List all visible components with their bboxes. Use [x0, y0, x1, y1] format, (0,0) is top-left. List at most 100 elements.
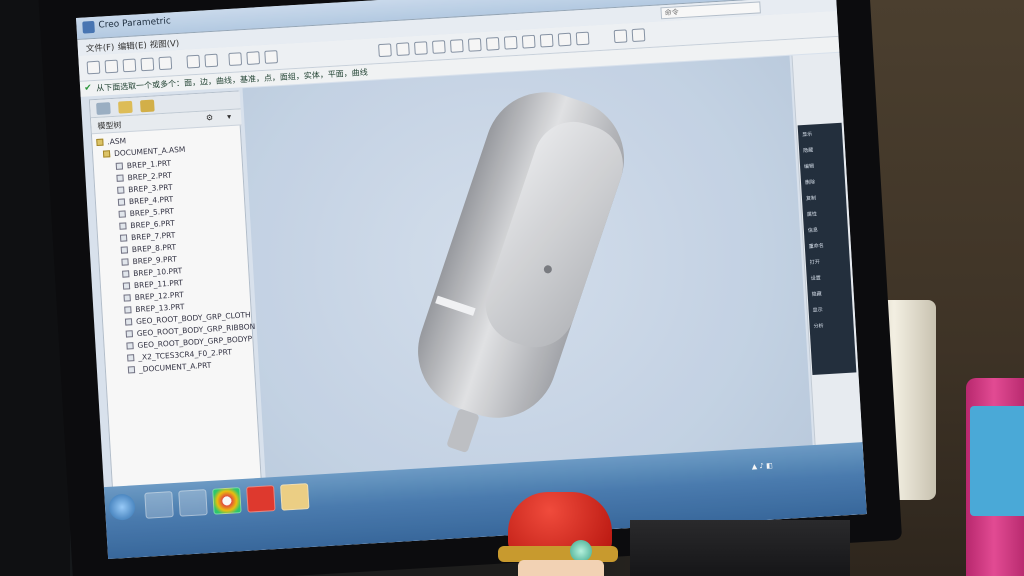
part-icon [122, 282, 131, 290]
tree-item[interactable]: DOCUMENT_A.ASM [102, 145, 186, 159]
tree-item[interactable]: BREP_2.PRT [116, 171, 172, 183]
part-icon [124, 306, 132, 314]
datum-plane-icon[interactable] [396, 42, 410, 57]
tree-item[interactable]: BREP_5.PRT [118, 207, 174, 219]
tab-folder-browser[interactable] [118, 100, 133, 114]
tab-model-tree[interactable] [96, 102, 111, 115]
orient-icon[interactable] [503, 35, 518, 50]
saved-views-icon[interactable] [521, 34, 536, 49]
chrome-icon[interactable] [212, 487, 242, 515]
model-tree-title: 模型树 [97, 120, 122, 131]
print-icon[interactable] [140, 57, 155, 72]
tree-item[interactable]: BREP_4.PRT [117, 195, 173, 207]
tree-item[interactable]: BREP_3.PRT [117, 183, 173, 195]
assembly-icon [96, 138, 104, 147]
paste-icon[interactable] [264, 50, 279, 64]
tree-item-label: _X2_TCES3CR4_F0_2.PRT [137, 347, 233, 362]
tree-item-label: BREP_8.PRT [131, 242, 177, 255]
zoom-out-icon[interactable] [467, 38, 482, 52]
part-icon [117, 198, 126, 206]
sketch-icon[interactable] [431, 40, 446, 54]
settings-icon[interactable]: ⚙ [206, 113, 214, 122]
zoom-in-icon[interactable] [449, 39, 464, 53]
hidden-line-icon[interactable] [575, 31, 590, 46]
tree-item-label: BREP_12.PRT [134, 290, 184, 303]
redo-icon[interactable] [204, 53, 219, 68]
part-icon [120, 246, 129, 254]
model-connector[interactable] [446, 408, 480, 453]
context-menu-item[interactable]: 分析 [813, 322, 823, 330]
tree-item-label: BREP_13.PRT [135, 302, 185, 314]
figurine-face [518, 560, 604, 576]
wps-icon[interactable] [246, 485, 276, 513]
part-icon [123, 294, 131, 302]
menu-file[interactable]: 文件(F) [85, 41, 115, 55]
tree-item[interactable]: BREP_6.PRT [119, 219, 175, 231]
tree-item-label: BREP_3.PRT [128, 182, 173, 195]
menu-edit[interactable]: 编辑(E) [117, 39, 148, 53]
context-menu-item[interactable]: 设置 [811, 274, 821, 282]
figurine-gem [570, 540, 592, 562]
part-icon [116, 174, 124, 182]
tree-item-label: BREP_2.PRT [127, 170, 173, 183]
part-icon [121, 258, 129, 266]
context-menu-item[interactable]: 删除 [805, 178, 815, 186]
assembly-icon [102, 150, 111, 158]
tab-favorites[interactable] [139, 99, 155, 113]
part-icon [124, 318, 133, 326]
new-icon[interactable] [86, 60, 101, 75]
tree-item-label: _DOCUMENT_A.PRT [138, 360, 212, 374]
context-menu-item[interactable]: 信息 [808, 226, 818, 234]
datum-axis-icon[interactable] [414, 41, 428, 55]
email-icon[interactable] [158, 56, 173, 71]
tree-item[interactable]: BREP_9.PRT [121, 254, 177, 266]
taskbar-app-icon[interactable] [144, 491, 174, 519]
cut-icon[interactable] [228, 52, 243, 67]
copy-icon[interactable] [246, 51, 261, 65]
tree-item[interactable]: BREP_13.PRT [124, 302, 185, 315]
context-menu-item[interactable]: 编辑 [804, 162, 814, 170]
context-menu-item[interactable]: 重命名 [809, 242, 824, 250]
tree-item[interactable]: BREP_11.PRT [122, 278, 183, 291]
spin-center-icon[interactable] [613, 29, 628, 44]
photo-scene: Creo Parametric – □ × 文件(F) 编辑(E) 视图(V) [0, 0, 1024, 576]
folder-icon[interactable] [280, 483, 310, 511]
tree-item-label: BREP_7.PRT [130, 230, 176, 243]
app-icon [82, 20, 95, 34]
part-icon [118, 210, 126, 218]
undo-icon[interactable] [186, 54, 201, 69]
tree-item[interactable]: _DOCUMENT_A.PRT [127, 360, 212, 375]
context-menu-item[interactable]: 属性 [807, 210, 817, 218]
tree-item[interactable]: BREP_8.PRT [120, 242, 177, 255]
shading-icon[interactable] [539, 33, 554, 48]
tree-item[interactable]: BREP_10.PRT [122, 266, 183, 279]
figurine-hat [508, 492, 612, 554]
regenerate-icon[interactable] [378, 43, 392, 58]
tree-item-label: BREP_5.PRT [129, 206, 175, 219]
context-menu-item[interactable]: 复制 [806, 194, 816, 202]
tree-item-label: BREP_1.PRT [126, 158, 172, 171]
part-icon [117, 186, 125, 194]
context-menu-item[interactable]: 打开 [810, 258, 820, 266]
save-icon[interactable] [122, 58, 137, 73]
tree-item[interactable]: BREP_12.PRT [123, 290, 184, 303]
tree-item[interactable]: BREP_1.PRT [115, 158, 172, 171]
open-icon[interactable] [104, 59, 119, 74]
context-menu-item[interactable]: 隐藏 [803, 147, 813, 155]
datum-display-icon[interactable] [631, 28, 646, 43]
monitor-stand [630, 520, 850, 576]
refit-icon[interactable] [485, 36, 500, 51]
context-menu-item[interactable]: 隐藏 [811, 290, 822, 298]
tree-item[interactable]: BREP_7.PRT [119, 230, 176, 243]
wireframe-icon[interactable] [557, 32, 572, 47]
menu-view[interactable]: 视图(V) [149, 37, 179, 51]
tree-root[interactable]: .ASM [96, 136, 126, 147]
cup-print [970, 406, 1024, 516]
context-menu-item[interactable]: 显示 [812, 306, 822, 314]
context-menu-item[interactable]: 显示 [802, 131, 812, 139]
taskbar-app-icon[interactable] [178, 489, 208, 517]
part-icon [126, 342, 134, 350]
system-tray: ▲ ♪ ◧ [751, 461, 773, 471]
start-button[interactable] [108, 493, 136, 521]
show-menu-icon[interactable]: ▾ [227, 112, 232, 121]
